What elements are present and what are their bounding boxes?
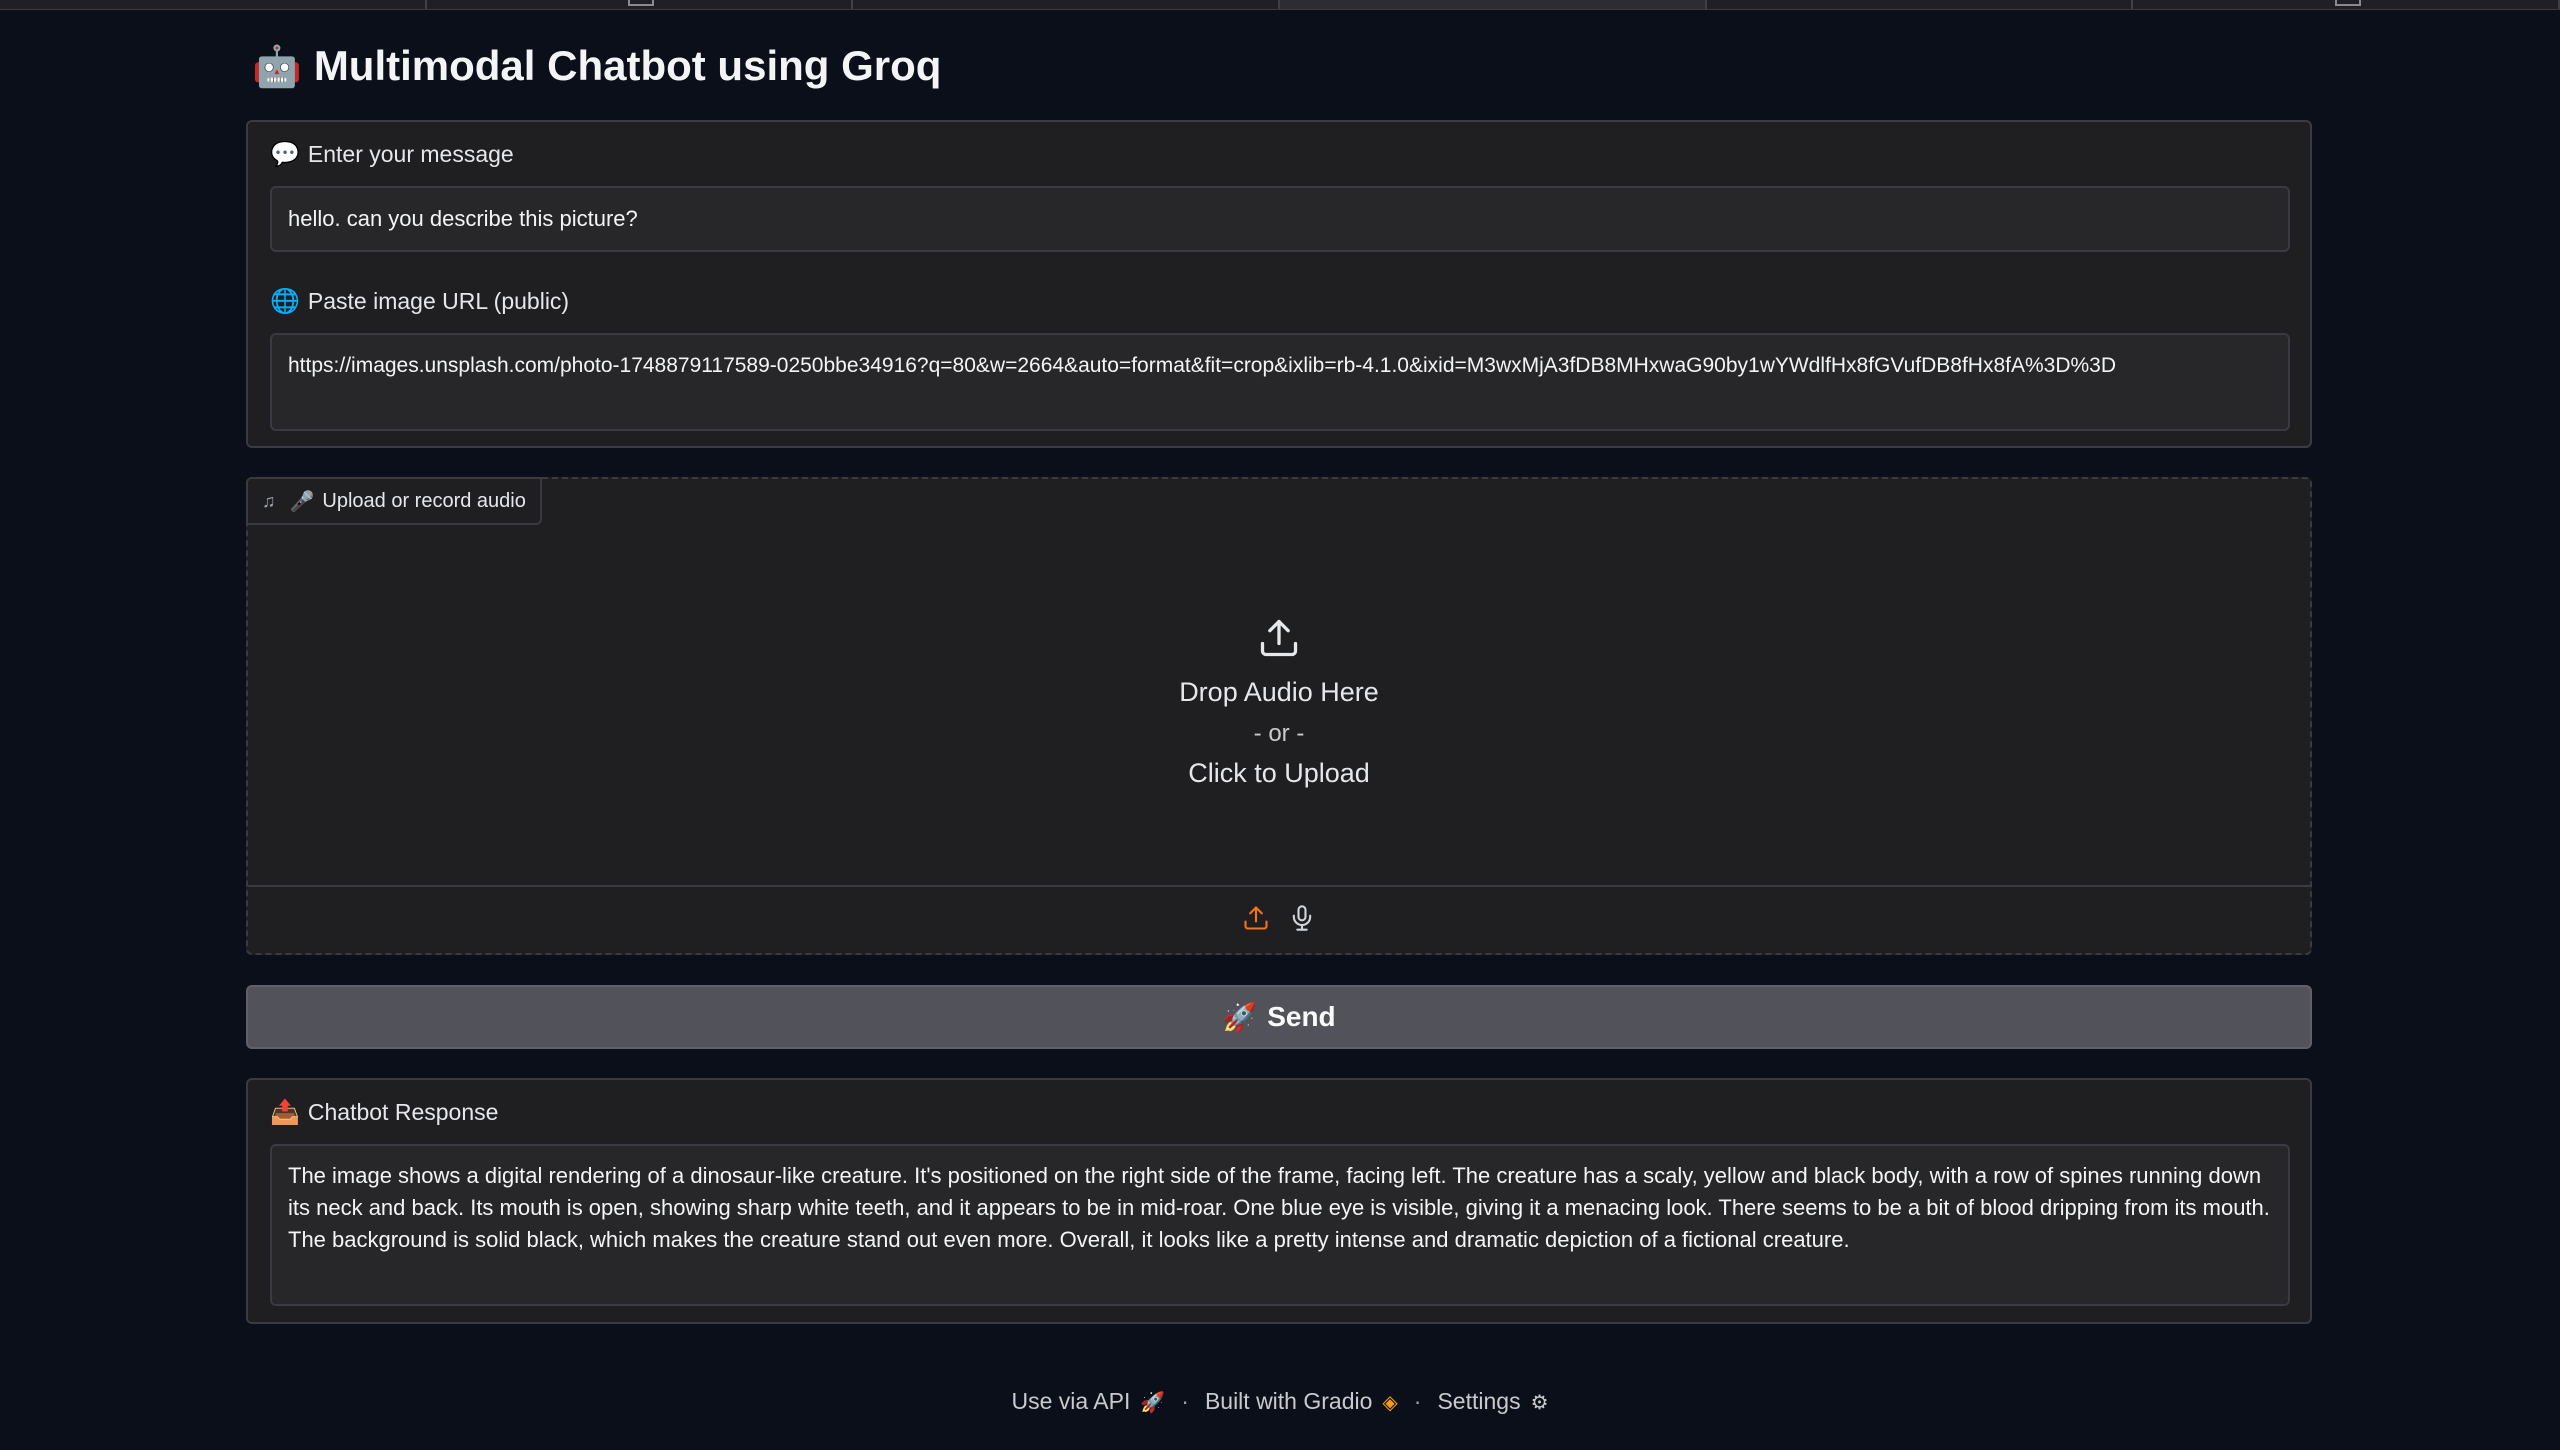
settings-text: Settings: [1437, 1388, 1521, 1414]
tab[interactable]: [2133, 0, 2560, 9]
audio-drop-zone[interactable]: Drop Audio Here - or - Click to Upload: [248, 479, 2310, 889]
upload-icon: [1257, 616, 1301, 665]
use-via-api-text: Use via API: [1011, 1388, 1131, 1414]
tab[interactable]: [853, 0, 1281, 9]
image-url-label-text: Paste image URL (public): [307, 288, 570, 314]
response-group: 📤 Chatbot Response The image shows a dig…: [246, 1078, 2312, 1324]
audio-source-selector: [248, 885, 2310, 953]
tab[interactable]: [1707, 0, 2134, 9]
separator: ·: [1413, 1388, 1422, 1414]
click-to-upload-text: Click to Upload: [1188, 757, 1370, 788]
or-text: - or -: [1253, 719, 1305, 747]
send-button-label: Send: [1267, 1001, 1336, 1032]
message-input[interactable]: hello. can you describe this picture?: [270, 186, 2290, 252]
gear-icon: ⚙: [1530, 1392, 1549, 1414]
separator: ·: [1181, 1388, 1189, 1414]
gradio-logo-icon: ◈: [1382, 1392, 1398, 1414]
tab-active[interactable]: [1280, 0, 1707, 9]
built-with-gradio-text: Built with Gradio: [1204, 1388, 1373, 1414]
settings-link[interactable]: Settings ⚙: [1437, 1388, 1548, 1415]
tab[interactable]: [427, 0, 854, 9]
globe-icon: 🌐: [270, 288, 300, 315]
response-label-text: Chatbot Response: [307, 1099, 499, 1125]
tab-icon: [2334, 0, 2361, 6]
page-title-text: Multimodal Chatbot using Groq: [313, 42, 942, 89]
speech-bubble-icon: 💬: [270, 141, 300, 168]
response-output[interactable]: The image shows a digital rendering of a…: [270, 1144, 2290, 1306]
rocket-icon: 🚀: [1222, 1001, 1258, 1033]
microphone-source-icon[interactable]: [1288, 903, 1316, 938]
page-title: 🤖 Multimodal Chatbot using Groq: [252, 38, 941, 94]
page-footer: Use via API 🚀 · Built with Gradio ◈ · Sett…: [0, 1388, 2560, 1415]
built-with-gradio-link[interactable]: Built with Gradio ◈: [1205, 1388, 1398, 1415]
message-label: 💬 Enter your message: [270, 140, 514, 169]
input-group: 💬 Enter your message hello. can you desc…: [246, 120, 2312, 448]
tab[interactable]: [0, 0, 427, 9]
send-button[interactable]: 🚀 Send: [246, 985, 2312, 1049]
outbox-icon: 📤: [270, 1099, 300, 1126]
message-label-text: Enter your message: [307, 141, 514, 167]
response-label: 📤 Chatbot Response: [270, 1098, 498, 1127]
use-via-api-link[interactable]: Use via API 🚀: [1011, 1388, 1165, 1415]
rocket-small-icon: 🚀: [1140, 1392, 1166, 1414]
image-url-input[interactable]: https://images.unsplash.com/photo-174887…: [270, 333, 2290, 431]
upload-source-icon[interactable]: [1242, 904, 1270, 937]
robot-icon: 🤖: [252, 44, 302, 89]
audio-upload[interactable]: ♫ 🎤 Upload or record audio Drop Audio He…: [246, 477, 2312, 955]
browser-tab-strip: [0, 0, 2560, 10]
drop-audio-text: Drop Audio Here: [1179, 676, 1379, 707]
image-url-label: 🌐 Paste image URL (public): [270, 287, 569, 316]
tab-icon: [628, 0, 654, 6]
